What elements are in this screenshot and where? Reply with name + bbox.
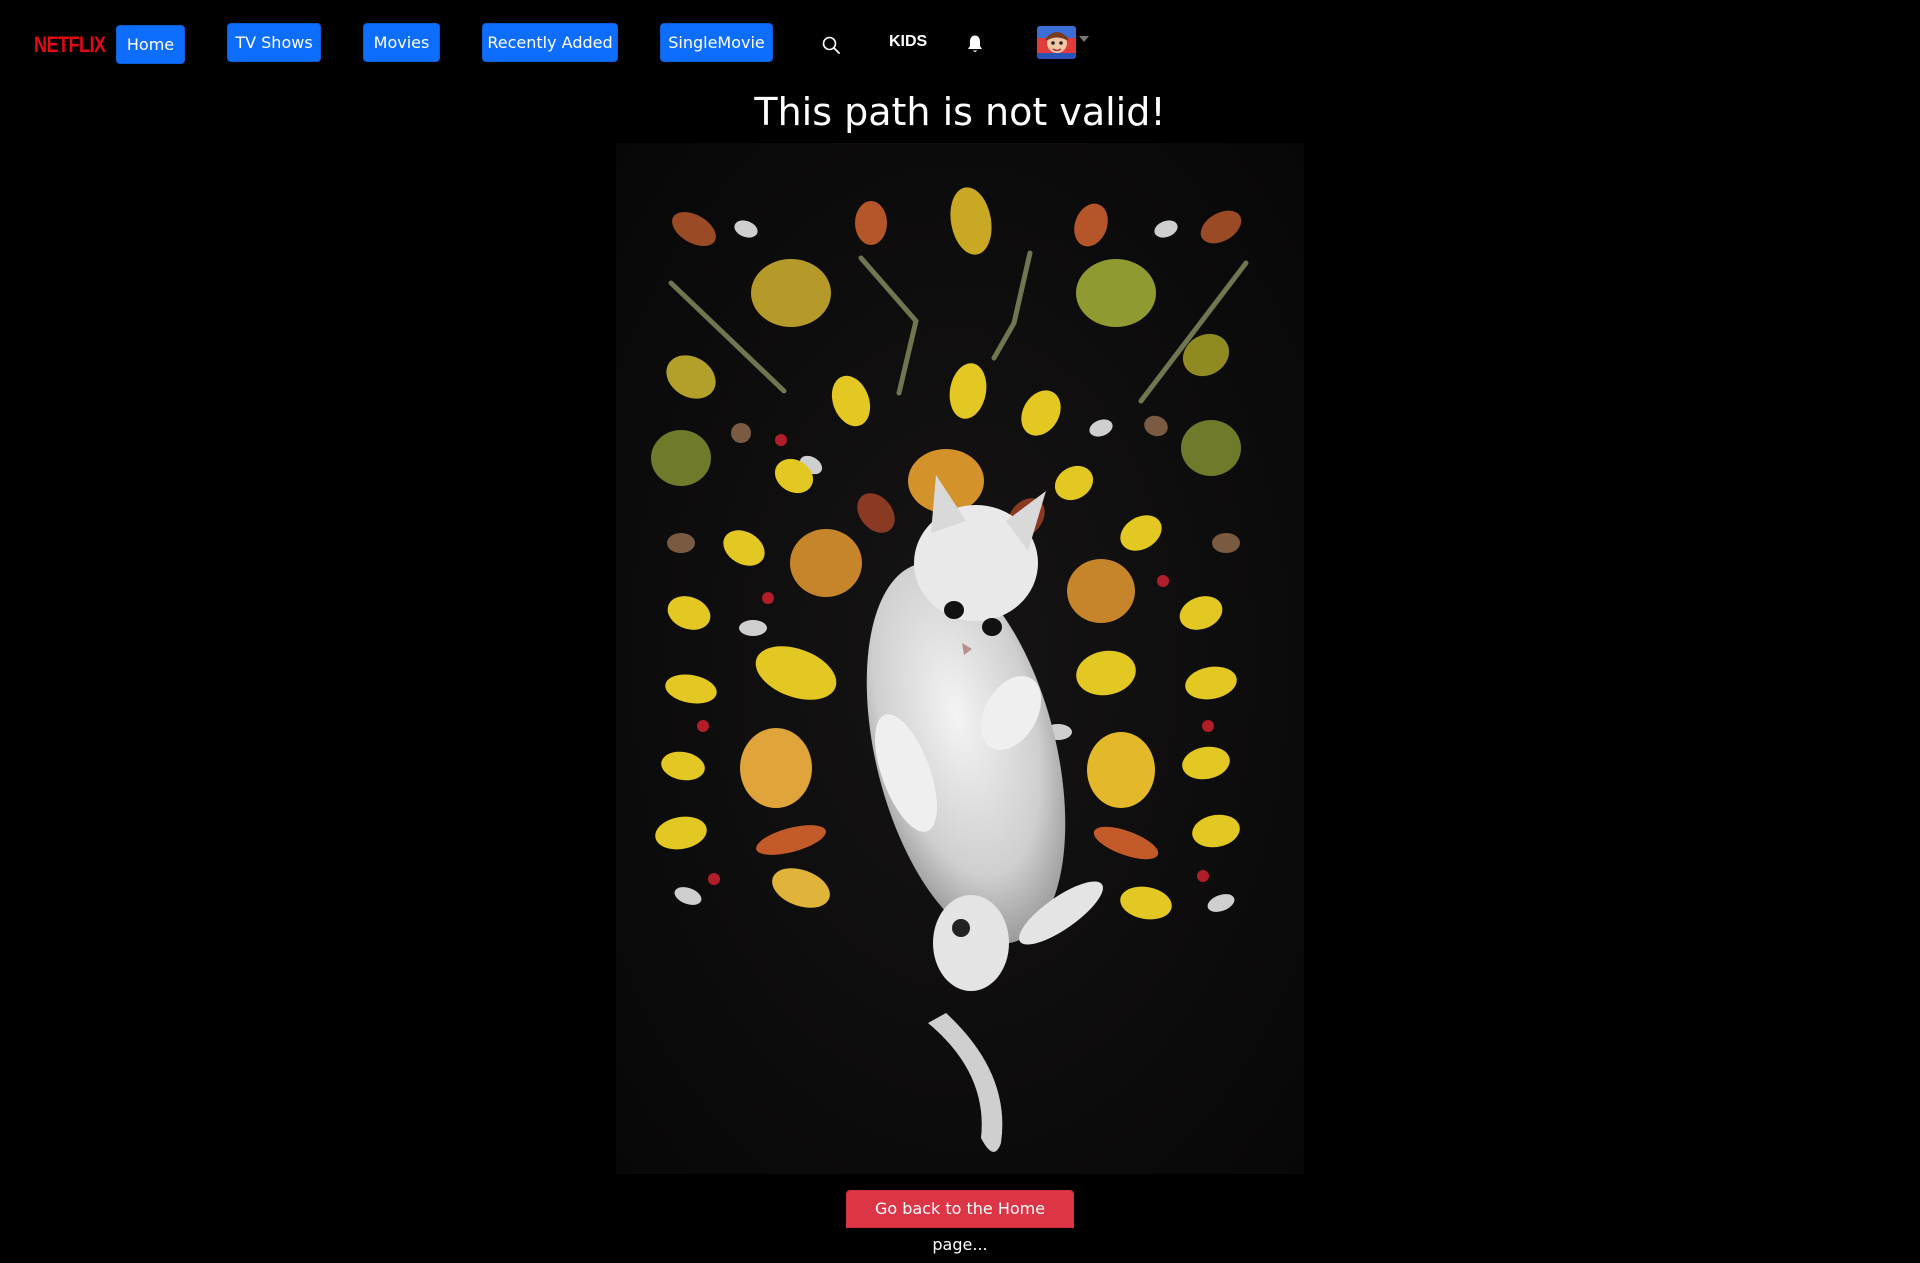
leaf xyxy=(1157,575,1169,587)
leaf xyxy=(1076,650,1136,696)
leaf xyxy=(740,728,812,808)
leaf xyxy=(751,259,831,327)
leaf xyxy=(1144,415,1168,437)
leaf xyxy=(772,868,830,908)
recently-added-button[interactable]: Recently Added xyxy=(482,23,618,62)
leaf xyxy=(708,873,720,885)
profile-avatar[interactable] xyxy=(1037,26,1076,59)
chevron-down-icon[interactable] xyxy=(1079,36,1089,42)
leaf xyxy=(666,355,716,399)
home-button[interactable]: Home xyxy=(116,25,185,64)
page-title: This path is not valid! xyxy=(754,90,1166,134)
leaf xyxy=(1076,259,1156,327)
leaf xyxy=(1093,826,1159,860)
leaf xyxy=(739,620,767,636)
back-home-button[interactable]: Go back to the Home page... xyxy=(846,1190,1074,1254)
movies-button[interactable]: Movies xyxy=(363,23,440,62)
leaf xyxy=(651,430,711,486)
leaf xyxy=(1074,203,1108,247)
leaf xyxy=(1021,390,1061,436)
leaf xyxy=(949,363,987,419)
leaf xyxy=(697,720,709,732)
leaf xyxy=(1181,420,1241,476)
leaf xyxy=(667,596,711,630)
single-movie-button[interactable]: SingleMovie xyxy=(660,23,773,62)
leaf xyxy=(756,825,826,855)
leaf xyxy=(1192,814,1240,848)
leaf xyxy=(857,493,895,533)
leaf xyxy=(661,751,705,781)
search-icon[interactable] xyxy=(821,35,841,55)
leaf xyxy=(1087,732,1155,808)
leaf xyxy=(1054,465,1094,501)
leaf xyxy=(731,423,751,443)
leaf xyxy=(655,816,707,850)
leaf xyxy=(665,674,717,704)
tv-shows-button[interactable]: TV Shows xyxy=(227,23,321,62)
bell-icon[interactable] xyxy=(966,34,984,54)
leaf xyxy=(672,211,716,247)
leaf xyxy=(1182,333,1230,377)
leaf xyxy=(1089,419,1113,437)
leaf xyxy=(790,529,862,597)
leaf xyxy=(1182,746,1230,780)
netflix-logo[interactable]: NETFLIX xyxy=(34,32,106,58)
leaf xyxy=(667,533,695,553)
leaf xyxy=(775,434,787,446)
leaf xyxy=(1197,870,1209,882)
leaf xyxy=(1202,720,1214,732)
leaf xyxy=(1120,886,1172,920)
leaf xyxy=(1212,533,1240,553)
leaf xyxy=(1200,210,1242,244)
kitten xyxy=(866,475,1103,1152)
leaf xyxy=(734,220,758,238)
leaf xyxy=(855,201,887,245)
leaf xyxy=(1120,515,1162,551)
leaf xyxy=(1207,894,1235,912)
leaf xyxy=(762,592,774,604)
leaf xyxy=(1179,596,1223,630)
leaf xyxy=(950,187,992,255)
leaf xyxy=(831,375,871,427)
leaf xyxy=(674,887,702,905)
kids-link[interactable]: KIDS xyxy=(889,33,927,51)
not-found-illustration xyxy=(616,143,1304,1174)
navbar: NETFLIX Home TV Shows Movies Recently Ad… xyxy=(0,0,1920,88)
leaf xyxy=(1067,559,1135,623)
leaf xyxy=(1185,666,1237,700)
leaf xyxy=(723,530,765,566)
leaf xyxy=(1154,220,1178,238)
leaf xyxy=(755,646,837,700)
